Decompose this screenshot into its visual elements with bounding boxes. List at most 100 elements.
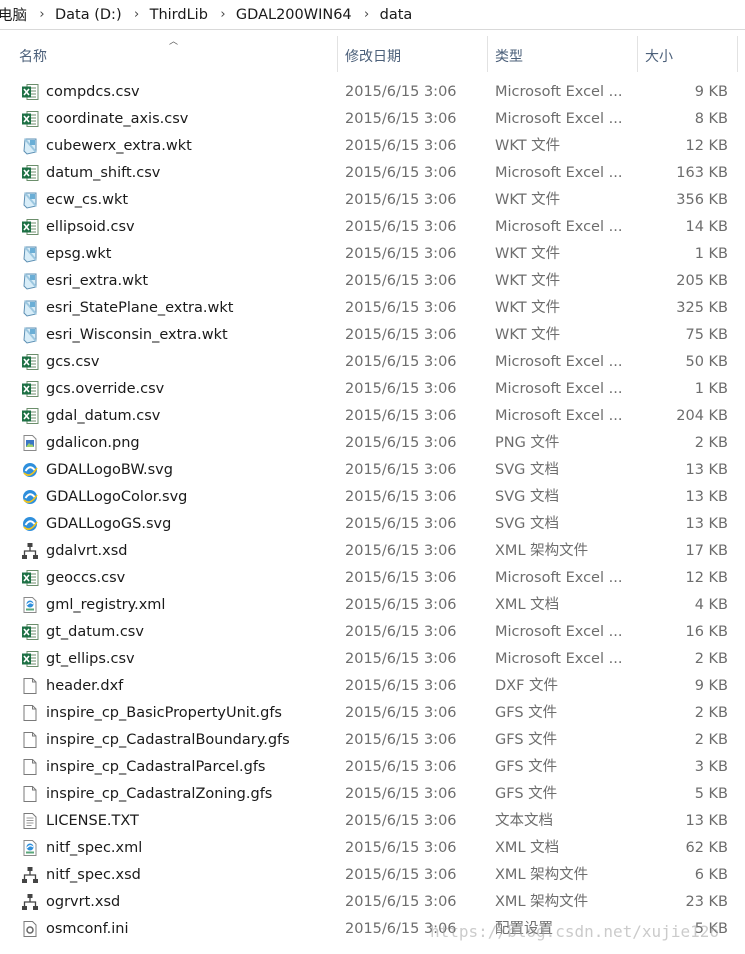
- file-size: 62 KB: [685, 840, 728, 856]
- file-row[interactable]: gcs.override.csv 2015/6/15 3:06 Microsoft …: [0, 376, 745, 403]
- file-row[interactable]: LICENSE.TXT 2015/6/15 3:06 文本文档 13 KB: [0, 808, 745, 835]
- file-name: ellipsoid.csv: [46, 219, 135, 235]
- excel-icon: [21, 110, 39, 128]
- excel-icon: [21, 407, 39, 425]
- file-name: gml_registry.xml: [46, 597, 166, 613]
- file-row[interactable]: esri_Wisconsin_extra.wkt 2015/6/15 3:06 WK…: [0, 322, 745, 349]
- column-size[interactable]: 大小: [645, 46, 673, 66]
- file-row[interactable]: gt_ellips.csv 2015/6/15 3:06 Microsoft Exc…: [0, 646, 745, 673]
- file-row[interactable]: nitf_spec.xml 2015/6/15 3:06 XML 文档 62 KB: [0, 835, 745, 862]
- file-row[interactable]: ecw_cs.wkt 2015/6/15 3:06 WKT 文件 356 KB: [0, 187, 745, 214]
- file-date: 2015/6/15 3:06: [345, 867, 457, 883]
- file-row[interactable]: esri_extra.wkt 2015/6/15 3:06 WKT 文件 205 KB: [0, 268, 745, 295]
- file-name: GDALLogoGS.svg: [46, 516, 172, 532]
- file-type: Microsoft Excel ...: [495, 111, 623, 127]
- file-row[interactable]: esri_StatePlane_extra.wkt 2015/6/15 3:06 W…: [0, 295, 745, 322]
- file-type: WKT 文件: [495, 300, 561, 316]
- column-divider[interactable]: [637, 36, 638, 72]
- column-date[interactable]: 修改日期: [345, 46, 401, 66]
- file-name: gdalvrt.xsd: [46, 543, 128, 559]
- wkt-icon: [21, 137, 39, 155]
- file-date: 2015/6/15 3:06: [345, 165, 457, 181]
- file-date: 2015/6/15 3:06: [345, 678, 457, 694]
- file-row[interactable]: coordinate_axis.csv 2015/6/15 3:06 Microso…: [0, 106, 745, 133]
- file-name: gt_datum.csv: [46, 624, 144, 640]
- file-type: GFS 文件: [495, 786, 558, 802]
- file-type: DXF 文件: [495, 678, 559, 694]
- file-name: gt_ellips.csv: [46, 651, 135, 667]
- file-row[interactable]: nitf_spec.xsd 2015/6/15 3:06 XML 架构文件 6 KB: [0, 862, 745, 889]
- file-type: Microsoft Excel ...: [495, 354, 623, 370]
- chevron-right-icon[interactable]: ›: [128, 7, 146, 22]
- file-type: SVG 文档: [495, 462, 559, 478]
- file-row[interactable]: gdalvrt.xsd 2015/6/15 3:06 XML 架构文件 17 KB: [0, 538, 745, 565]
- file-name: epsg.wkt: [46, 246, 112, 262]
- wkt-icon: [21, 299, 39, 317]
- file-row[interactable]: osmconf.ini 2015/6/15 3:06 配置设置 5 KB: [0, 916, 745, 943]
- file-row[interactable]: inspire_cp_CadastralBoundary.gfs 2015/6/1…: [0, 727, 745, 754]
- file-size: 14 KB: [685, 219, 728, 235]
- file-date: 2015/6/15 3:06: [345, 354, 457, 370]
- column-divider[interactable]: [737, 36, 738, 72]
- file-date: 2015/6/15 3:06: [345, 84, 457, 100]
- file-size: 2 KB: [694, 435, 728, 451]
- file-date: 2015/6/15 3:06: [345, 327, 457, 343]
- file-size: 205 KB: [676, 273, 728, 289]
- column-type[interactable]: 类型: [495, 46, 523, 66]
- breadcrumb-item[interactable]: 电脑: [0, 4, 33, 25]
- file-type: 文本文档: [495, 813, 553, 829]
- excel-icon: [21, 569, 39, 587]
- file-date: 2015/6/15 3:06: [345, 894, 457, 910]
- file-row[interactable]: gdalicon.png 2015/6/15 3:06 PNG 文件 2 KB: [0, 430, 745, 457]
- file-row[interactable]: gcs.csv 2015/6/15 3:06 Microsoft Excel ...…: [0, 349, 745, 376]
- file-row[interactable]: cubewerx_extra.wkt 2015/6/15 3:06 WKT 文件 12…: [0, 133, 745, 160]
- breadcrumb-item[interactable]: GDAL200WIN64: [232, 7, 358, 23]
- file-row[interactable]: gdal_datum.csv 2015/6/15 3:06 Microsoft Ex…: [0, 403, 745, 430]
- file-size: 5 KB: [694, 921, 728, 937]
- file-date: 2015/6/15 3:06: [345, 435, 457, 451]
- file-row[interactable]: compdcs.csv 2015/6/15 3:06 Microsoft Excel…: [0, 79, 745, 106]
- chevron-right-icon[interactable]: ›: [33, 7, 51, 22]
- column-name[interactable]: 名称: [19, 46, 47, 66]
- ini-icon: [21, 920, 39, 938]
- file-row[interactable]: inspire_cp_CadastralParcel.gfs 2015/6/15 …: [0, 754, 745, 781]
- file-type: Microsoft Excel ...: [495, 624, 623, 640]
- file-date: 2015/6/15 3:06: [345, 921, 457, 937]
- file-name: header.dxf: [46, 678, 124, 694]
- chevron-right-icon[interactable]: ›: [358, 7, 376, 22]
- file-type: SVG 文档: [495, 489, 559, 505]
- file-date: 2015/6/15 3:06: [345, 813, 457, 829]
- breadcrumb-item[interactable]: ThirdLib: [146, 7, 214, 23]
- file-row[interactable]: GDALLogoBW.svg 2015/6/15 3:06 SVG 文档 13 KB: [0, 457, 745, 484]
- file-row[interactable]: inspire_cp_CadastralZoning.gfs 2015/6/15 …: [0, 781, 745, 808]
- file-row[interactable]: geoccs.csv 2015/6/15 3:06 Microsoft Excel …: [0, 565, 745, 592]
- breadcrumb-item[interactable]: Data (D:): [51, 7, 128, 23]
- file-row[interactable]: ogrvrt.xsd 2015/6/15 3:06 XML 架构文件 23 KB: [0, 889, 745, 916]
- file-row[interactable]: header.dxf 2015/6/15 3:06 DXF 文件 9 KB: [0, 673, 745, 700]
- file-date: 2015/6/15 3:06: [345, 273, 457, 289]
- file-row[interactable]: gt_datum.csv 2015/6/15 3:06 Microsoft Exce…: [0, 619, 745, 646]
- file-date: 2015/6/15 3:06: [345, 246, 457, 262]
- file-date: 2015/6/15 3:06: [345, 219, 457, 235]
- column-divider[interactable]: [337, 36, 338, 72]
- file-row[interactable]: epsg.wkt 2015/6/15 3:06 WKT 文件 1 KB: [0, 241, 745, 268]
- file-row[interactable]: inspire_cp_BasicPropertyUnit.gfs 2015/6/1…: [0, 700, 745, 727]
- file-row[interactable]: datum_shift.csv 2015/6/15 3:06 Microsoft E…: [0, 160, 745, 187]
- file-row[interactable]: GDALLogoColor.svg 2015/6/15 3:06 SVG 文档 13 …: [0, 484, 745, 511]
- file-type: Microsoft Excel ...: [495, 165, 623, 181]
- chevron-right-icon[interactable]: ›: [214, 7, 232, 22]
- file-size: 2 KB: [694, 705, 728, 721]
- column-divider[interactable]: [487, 36, 488, 72]
- file-name: gdalicon.png: [46, 435, 140, 451]
- file-row[interactable]: GDALLogoGS.svg 2015/6/15 3:06 SVG 文档 13 KB: [0, 511, 745, 538]
- file-type: GFS 文件: [495, 705, 558, 721]
- breadcrumb-item[interactable]: data: [376, 7, 419, 23]
- file-name: cubewerx_extra.wkt: [46, 138, 192, 154]
- file-type: WKT 文件: [495, 246, 561, 262]
- file-row[interactable]: gml_registry.xml 2015/6/15 3:06 XML 文档 4 KB: [0, 592, 745, 619]
- file-row[interactable]: ellipsoid.csv 2015/6/15 3:06 Microsoft Exc…: [0, 214, 745, 241]
- file-date: 2015/6/15 3:06: [345, 462, 457, 478]
- file-date: 2015/6/15 3:06: [345, 300, 457, 316]
- file-type: Microsoft Excel ...: [495, 219, 623, 235]
- file-size: 9 KB: [694, 678, 728, 694]
